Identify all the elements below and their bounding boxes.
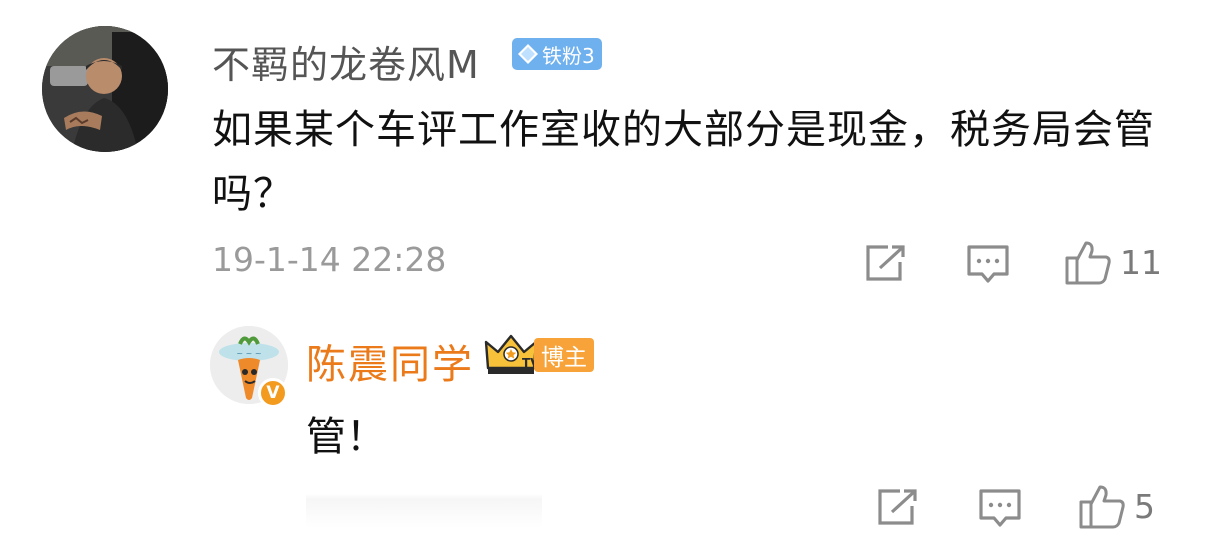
- comment-text: 如果某个车评工作室收的大部分是现金，税务局会管吗？: [212, 107, 1155, 217]
- reply-timestamp-redacted: [306, 494, 542, 528]
- diamond-icon: [518, 44, 538, 64]
- like-icon: [1079, 485, 1125, 529]
- share-button[interactable]: [864, 244, 906, 282]
- reply-like-count: 5: [1134, 486, 1155, 526]
- like-count: 11: [1120, 242, 1162, 282]
- replier-username[interactable]: 陈震同学: [306, 332, 474, 390]
- fan-badge[interactable]: 铁粉3: [512, 38, 602, 70]
- reply-like-button[interactable]: 5: [1078, 482, 1155, 530]
- crown-tv-icon: TV: [484, 334, 540, 380]
- comment-icon: [967, 245, 1009, 283]
- comment-timestamp: 19-1-14 22:28: [212, 240, 447, 279]
- like-icon: [1065, 241, 1111, 285]
- commenter-username[interactable]: 不羁的龙卷风M: [212, 34, 480, 89]
- svg-text:~ ~ ~: ~ ~ ~: [236, 349, 261, 358]
- share-icon: [878, 489, 917, 525]
- reply-share-button[interactable]: [876, 488, 918, 526]
- fan-badge-label: 铁粉3: [542, 43, 595, 68]
- comment-button[interactable]: [966, 244, 1010, 286]
- verified-icon: V: [258, 378, 288, 408]
- commenter-avatar[interactable]: [42, 26, 168, 152]
- like-button[interactable]: 11: [1064, 238, 1162, 286]
- share-icon: [866, 245, 905, 281]
- host-badge: 博主: [534, 338, 594, 372]
- comment-icon: [979, 489, 1021, 527]
- reply-comment-button[interactable]: [978, 488, 1022, 530]
- reply-text: 管！: [306, 414, 386, 460]
- commenter-avatar-image: [42, 26, 168, 152]
